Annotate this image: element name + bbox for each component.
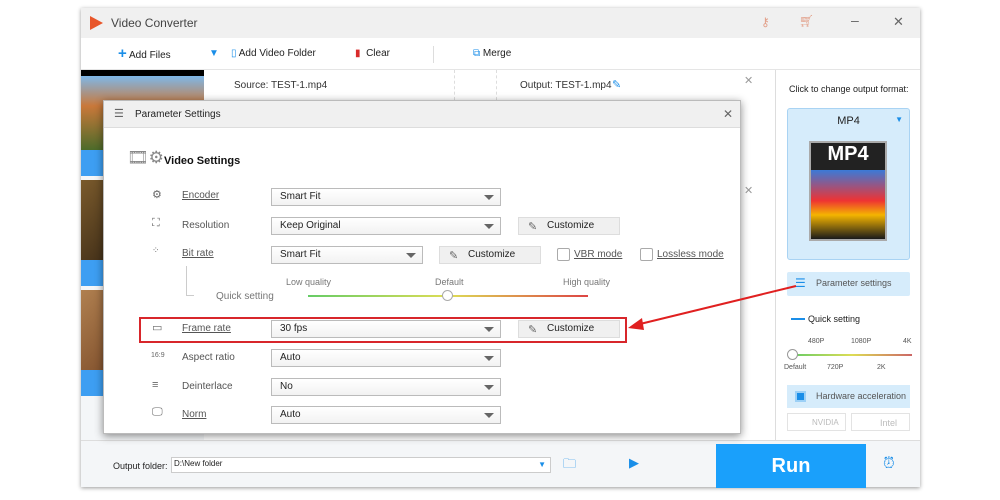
annotation-arrow — [628, 285, 797, 330]
arrow-line — [639, 285, 797, 325]
arrow-head — [628, 318, 644, 330]
